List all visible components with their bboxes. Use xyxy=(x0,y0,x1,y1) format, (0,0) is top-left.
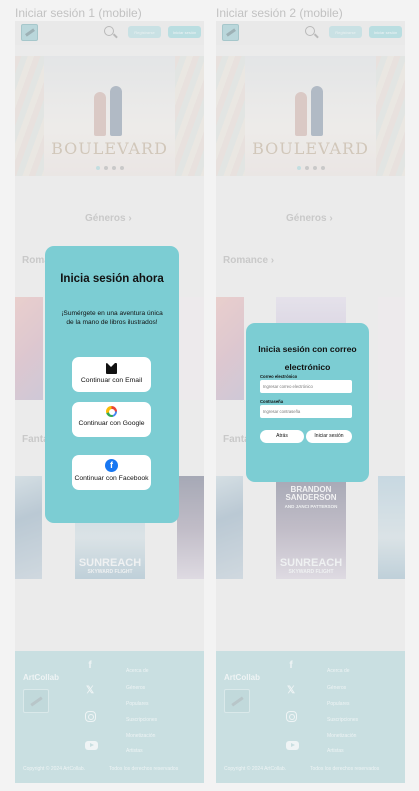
frame-title: Iniciar sesión 2 (mobile) xyxy=(216,6,343,20)
continue-email-button[interactable]: Continuar con Email xyxy=(72,357,151,392)
login-modal: Inicia sesión ahora ¡Sumérgete en una av… xyxy=(45,246,179,523)
password-field-label: Contraseña xyxy=(260,399,284,404)
google-icon xyxy=(106,406,117,417)
continue-google-button[interactable]: Continuar con Google xyxy=(72,402,151,437)
back-button[interactable]: Atrás xyxy=(260,430,304,443)
modal-text: ¡Sumérgete en una aventura única de la m… xyxy=(61,310,163,326)
button-label: Continuar con Google xyxy=(78,420,145,427)
button-label: Continuar con Facebook xyxy=(74,475,149,482)
continue-facebook-button[interactable]: f Continuar con Facebook xyxy=(72,455,151,490)
mobile-frame-login-1: Registrarse Iniciar sesión BOULEVARD Gén… xyxy=(15,21,204,783)
modal-title: Inicia sesión ahora xyxy=(60,273,164,285)
email-icon xyxy=(106,363,117,374)
mobile-frame-login-2: Registrarse Iniciar sesión BOULEVARD Gén… xyxy=(216,21,405,783)
facebook-icon: f xyxy=(105,459,118,472)
submit-login-button[interactable]: Iniciar sesión xyxy=(306,430,352,443)
email-login-modal: Inicia sesión con correo electrónico Cor… xyxy=(246,323,369,482)
frame-title: Iniciar sesión 1 (mobile) xyxy=(15,6,142,20)
email-field[interactable]: Ingresar correo electrónico xyxy=(260,380,352,393)
modal-title: Inicia sesión con correo electrónico xyxy=(258,344,357,372)
email-field-label: Correo electrónico xyxy=(260,374,298,379)
password-field[interactable]: Ingresar contraseña xyxy=(260,405,352,418)
button-label: Continuar con Email xyxy=(80,377,143,384)
